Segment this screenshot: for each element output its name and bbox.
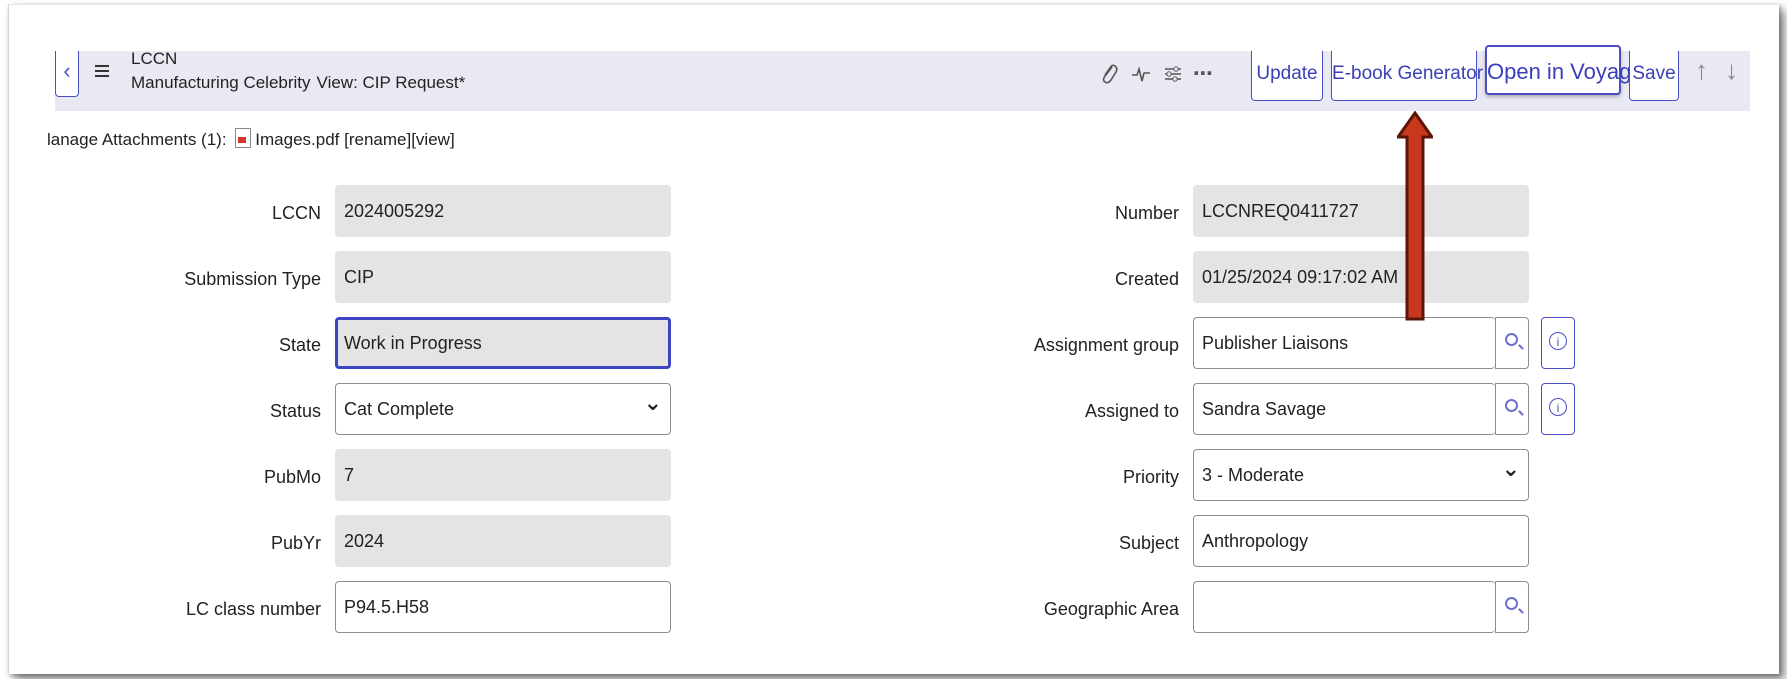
priority-value: 3 - Moderate (1202, 465, 1305, 485)
search-icon (1505, 333, 1518, 346)
settings-sliders-icon[interactable] (1161, 61, 1185, 87)
state-field[interactable]: Work in Progress (335, 317, 671, 369)
open-in-voyager-button[interactable]: Open in Voyager (1485, 45, 1651, 95)
lccn-label: LCCN (271, 203, 321, 223)
geographic-area-lookup-button[interactable] (1495, 581, 1529, 633)
subject-field[interactable]: Anthropology (1193, 515, 1529, 567)
lccn-field: 2024005292 (335, 185, 671, 237)
next-record-icon[interactable]: ↓ (1725, 55, 1738, 86)
lc-class-number-label: LC class number (185, 599, 321, 619)
search-icon (1505, 597, 1518, 610)
ebook-generator-button[interactable]: E-book Generator (1331, 51, 1483, 101)
view-label[interactable]: View: CIP Request* (317, 73, 466, 92)
pubyr-label: PubYr (270, 533, 321, 553)
previous-record-icon[interactable]: ↑ (1695, 55, 1708, 86)
screenshot-frame: ‹ LCCN Manufacturing Celebrity View: CIP … (8, 4, 1779, 674)
geographic-area-field[interactable] (1193, 581, 1495, 633)
lc-class-number-field[interactable]: P94.5.H58 (335, 581, 671, 633)
status-select[interactable]: Cat Complete (335, 383, 671, 435)
assignment-group-lookup-button[interactable] (1495, 317, 1529, 369)
more-options-icon[interactable]: ⋯ (1191, 61, 1215, 87)
submission-type-field: CIP (335, 251, 671, 303)
assignment-group-info-button[interactable]: i (1541, 317, 1575, 369)
save-button[interactable]: Save (1629, 51, 1679, 101)
hamburger-menu-icon[interactable] (95, 65, 109, 79)
assigned-to-label: Assigned to (1084, 401, 1179, 421)
state-label: State (278, 335, 321, 355)
search-icon (1505, 399, 1518, 412)
number-field: LCCNREQ0411727 (1193, 185, 1529, 237)
info-icon: i (1549, 398, 1567, 416)
created-label: Created (1114, 269, 1179, 289)
number-label: Number (1114, 203, 1179, 223)
paperclip-icon[interactable] (1097, 61, 1121, 87)
attachment-actions[interactable]: [rename][view] (344, 130, 455, 149)
status-label: Status (269, 401, 321, 421)
update-button[interactable]: Update (1251, 51, 1323, 101)
assignment-group-label: Assignment group (1033, 335, 1179, 355)
subject-label: Subject (1118, 533, 1179, 553)
record-type: LCCN (131, 49, 178, 68)
assigned-to-field[interactable]: Sandra Savage (1193, 383, 1495, 435)
status-value: Cat Complete (344, 399, 455, 419)
created-field: 01/25/2024 09:17:02 AM (1193, 251, 1529, 303)
record-name: Manufacturing Celebrity (131, 73, 311, 92)
assignment-group-field[interactable]: Publisher Liaisons (1193, 317, 1495, 369)
annotation-arrow-icon (1397, 111, 1433, 321)
submission-type-label: Submission Type (184, 269, 321, 289)
back-button[interactable]: ‹ (55, 51, 79, 97)
pubyr-field: 2024 (335, 515, 671, 567)
form-header: ‹ LCCN Manufacturing Celebrity View: CIP … (55, 45, 1750, 111)
pubmo-label: PubMo (263, 467, 321, 487)
pubmo-field: 7 (335, 449, 671, 501)
chevron-left-icon: ‹ (63, 58, 71, 83)
activity-pulse-icon[interactable] (1129, 61, 1153, 87)
manage-attachments: lanage Attachments (1): Images.pdf [rena… (47, 128, 455, 150)
priority-select[interactable]: 3 - Moderate (1193, 449, 1529, 501)
assigned-to-lookup-button[interactable] (1495, 383, 1529, 435)
attachment-filename[interactable]: Images.pdf (255, 130, 339, 149)
record-title: Manufacturing Celebrity View: CIP Request… (131, 73, 465, 93)
geographic-area-label: Geographic Area (1043, 599, 1179, 619)
assigned-to-info-button[interactable]: i (1541, 383, 1575, 435)
attachments-label[interactable]: lanage Attachments (1): (47, 130, 227, 149)
priority-label: Priority (1122, 467, 1179, 487)
pdf-file-icon (235, 128, 252, 148)
info-icon: i (1549, 332, 1567, 350)
